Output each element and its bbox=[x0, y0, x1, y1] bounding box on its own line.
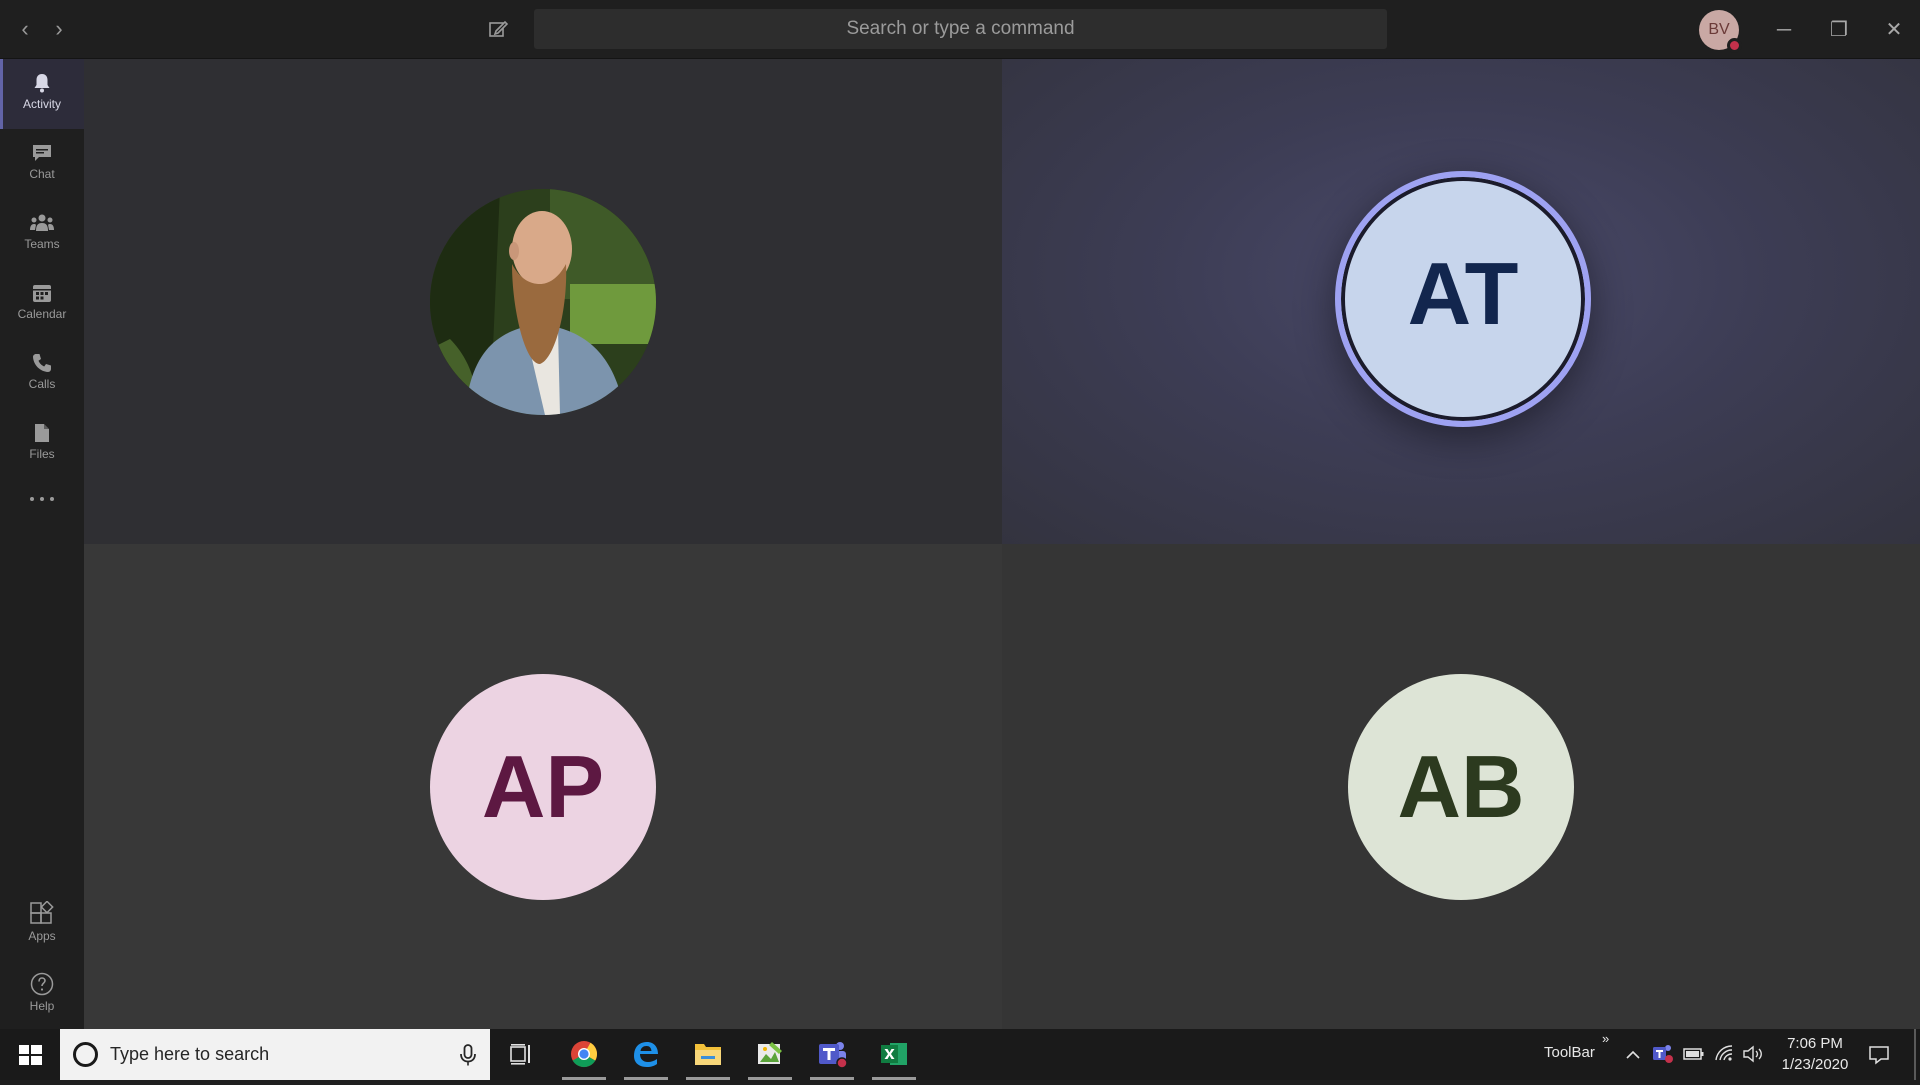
rail-label: Calls bbox=[28, 377, 56, 391]
new-chat-icon[interactable] bbox=[483, 14, 513, 44]
volume-icon[interactable] bbox=[1742, 1045, 1764, 1063]
presence-busy-icon bbox=[1727, 38, 1742, 53]
rail-item-calendar[interactable]: Calendar bbox=[0, 269, 84, 339]
toolbar-expand-icon[interactable]: » bbox=[1602, 1031, 1609, 1046]
windows-logo-icon bbox=[19, 1045, 42, 1065]
rail-item-teams[interactable]: Teams bbox=[0, 199, 84, 269]
participant-avatar: AT bbox=[1335, 171, 1591, 427]
more-apps-button[interactable] bbox=[0, 479, 84, 519]
chrome-icon[interactable] bbox=[558, 1029, 610, 1080]
forward-arrow-icon[interactable]: › bbox=[44, 14, 74, 44]
rail-item-calls[interactable]: Calls bbox=[0, 339, 84, 409]
user-avatar-initials: BV bbox=[1708, 21, 1730, 38]
file-explorer-icon[interactable] bbox=[682, 1029, 734, 1080]
command-search-input[interactable]: Search or type a command bbox=[534, 9, 1387, 49]
microsoft-teams-icon[interactable] bbox=[806, 1029, 858, 1080]
title-bar: ‹ › Search or type a command BV ─ ❐ ✕ bbox=[0, 0, 1920, 59]
toolbar-label[interactable]: ToolBar bbox=[1544, 1044, 1595, 1061]
rail-item-activity[interactable]: Activity bbox=[0, 59, 84, 129]
calendar-icon bbox=[33, 285, 51, 302]
taskbar-search-box[interactable]: Type here to search bbox=[60, 1029, 490, 1080]
rail-label: Help bbox=[29, 999, 55, 1013]
rail-label: Calendar bbox=[17, 307, 67, 321]
rail-label: Apps bbox=[28, 929, 56, 943]
cortana-icon bbox=[73, 1042, 98, 1067]
participant-avatar: AP bbox=[430, 674, 656, 900]
participant-photo bbox=[430, 189, 656, 415]
wifi-icon[interactable] bbox=[1714, 1044, 1734, 1064]
rail-item-apps[interactable]: Apps bbox=[0, 889, 84, 959]
show-hidden-icons-chevron-up-icon[interactable] bbox=[1624, 1046, 1642, 1064]
excel-icon[interactable] bbox=[868, 1029, 920, 1080]
rail-item-help[interactable]: Help bbox=[0, 959, 84, 1029]
windows-taskbar: Type here to search ToolBar » 7:06 PM 1/… bbox=[0, 1029, 1920, 1080]
microphone-icon[interactable] bbox=[455, 1042, 481, 1068]
close-icon[interactable]: ✕ bbox=[1874, 10, 1914, 50]
rail-label: Activity bbox=[22, 97, 61, 111]
taskbar-clock[interactable]: 7:06 PM 1/23/2020 bbox=[1765, 1033, 1865, 1075]
edge-icon[interactable] bbox=[620, 1029, 672, 1080]
windows-start-button[interactable] bbox=[0, 1029, 60, 1080]
bell-icon bbox=[34, 74, 50, 93]
clock-date: 1/23/2020 bbox=[1781, 1056, 1849, 1073]
meeting-stage: AT AP AB bbox=[84, 59, 1920, 1029]
participant-avatar: AB bbox=[1348, 674, 1574, 900]
apps-icon bbox=[30, 901, 54, 924]
clock-time: 7:06 PM bbox=[1787, 1035, 1843, 1052]
rail-item-chat[interactable]: Chat bbox=[0, 129, 84, 199]
action-center-notification-icon[interactable] bbox=[1867, 1043, 1891, 1067]
help-icon bbox=[30, 972, 54, 996]
participant-tile[interactable] bbox=[84, 59, 1002, 544]
chat-icon bbox=[33, 145, 51, 161]
rail-label: Teams bbox=[24, 237, 60, 251]
teams-tray-icon[interactable] bbox=[1652, 1043, 1674, 1065]
taskbar-search-placeholder: Type here to search bbox=[110, 1044, 270, 1064]
user-avatar[interactable]: BV bbox=[1699, 10, 1742, 53]
rail-item-files[interactable]: Files bbox=[0, 409, 84, 479]
task-view-icon[interactable] bbox=[495, 1029, 547, 1080]
battery-icon[interactable] bbox=[1683, 1046, 1705, 1062]
rail-label: Files bbox=[29, 447, 55, 461]
phone-icon bbox=[33, 354, 51, 372]
minimize-icon[interactable]: ─ bbox=[1764, 10, 1804, 50]
participant-tile-active-speaker[interactable]: AT bbox=[1002, 59, 1920, 544]
participant-tile[interactable]: AP bbox=[84, 544, 1002, 1029]
more-icon bbox=[30, 497, 54, 501]
participant-tile[interactable]: AB bbox=[1002, 544, 1920, 1029]
app-rail: Activity Chat Teams Calendar Calls Files… bbox=[0, 59, 84, 1029]
show-desktop-button[interactable] bbox=[1914, 1029, 1916, 1080]
rail-label: Chat bbox=[29, 167, 55, 181]
snipping-tool-icon[interactable] bbox=[744, 1029, 796, 1080]
restore-icon[interactable]: ❐ bbox=[1819, 10, 1859, 50]
back-arrow-icon[interactable]: ‹ bbox=[10, 14, 40, 44]
file-icon bbox=[35, 424, 49, 442]
teams-icon bbox=[30, 214, 54, 231]
